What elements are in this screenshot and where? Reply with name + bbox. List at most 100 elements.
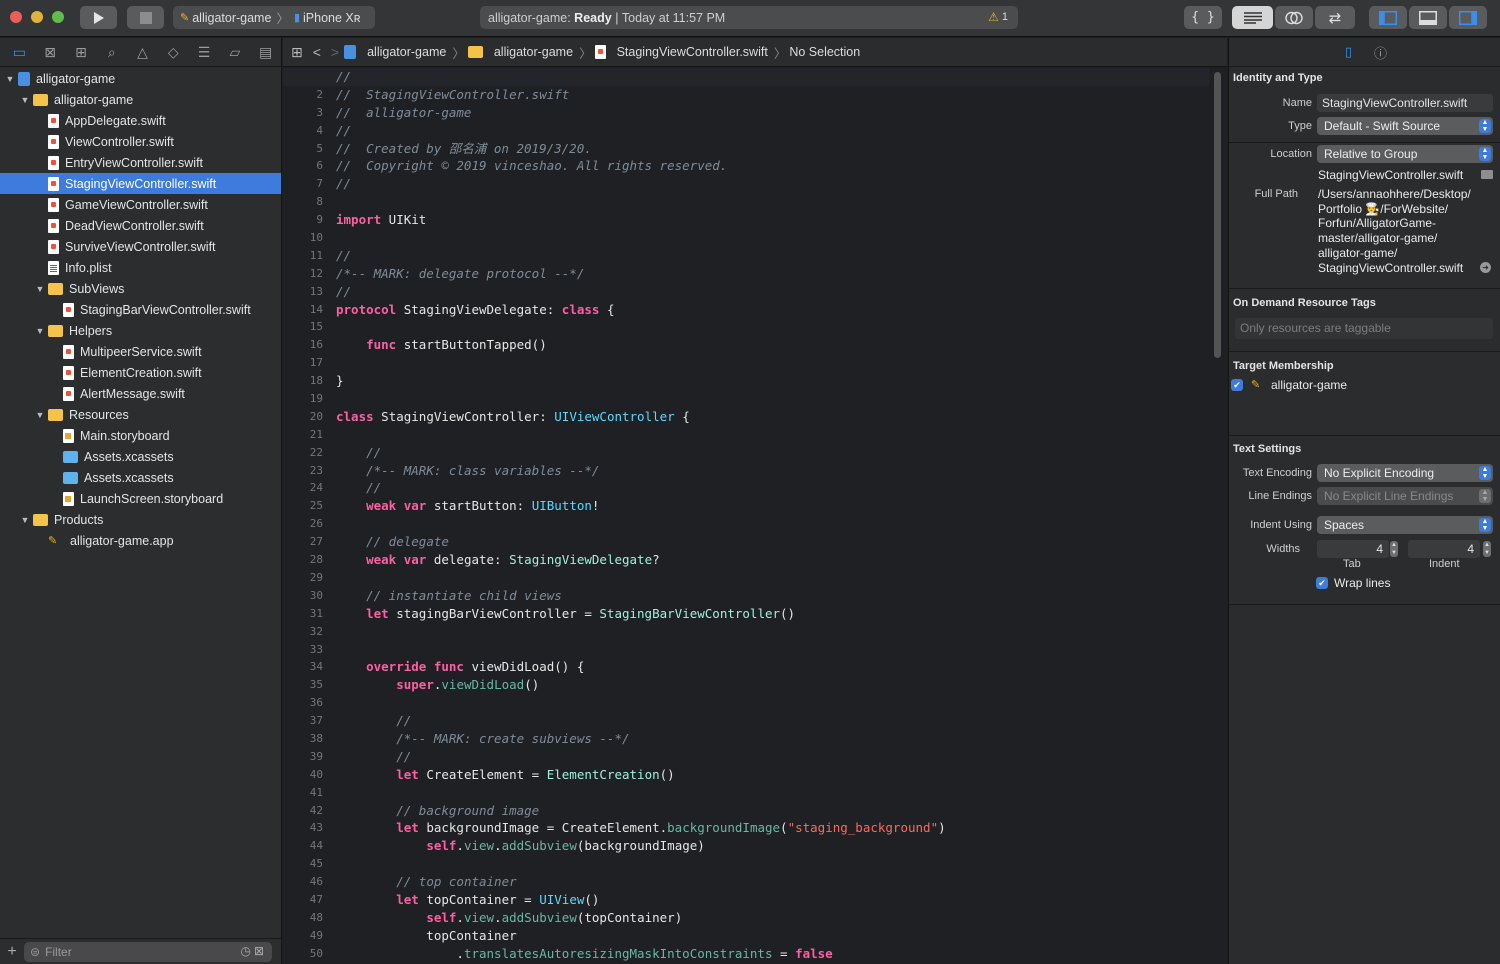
code-line[interactable]: // StagingViewController.swift (336, 86, 1209, 104)
disclosure-triangle-icon[interactable]: ▼ (34, 326, 46, 336)
toggle-inspector-button[interactable] (1449, 6, 1487, 29)
code-line[interactable] (336, 694, 1209, 712)
forward-arrow-icon[interactable]: > (331, 44, 339, 60)
tab-debug-navigator[interactable]: ☰ (189, 41, 220, 63)
file-tree-row[interactable]: ▼ alligator-game (0, 89, 281, 110)
library-button[interactable]: { } (1184, 6, 1222, 29)
code-line[interactable]: let topContainer = UIView() (336, 891, 1209, 909)
file-tree-row[interactable]: DeadViewController.swift (0, 215, 281, 236)
minimize-window-button[interactable] (31, 11, 43, 23)
code-line[interactable]: // Copyright © 2019 vinceshao. All right… (336, 157, 1209, 175)
file-tree-row[interactable]: AlertMessage.swift (0, 383, 281, 404)
breadcrumb-group[interactable]: alligator-game (467, 45, 573, 59)
file-tree-row[interactable]: SurviveViewController.swift (0, 236, 281, 257)
disclosure-triangle-icon[interactable]: ▼ (19, 95, 31, 105)
disclosure-triangle-icon[interactable]: ▼ (34, 410, 46, 420)
file-tree-row[interactable]: Assets.xcassets (0, 446, 281, 467)
disclosure-triangle-icon[interactable]: ▼ (4, 74, 16, 84)
file-tree-row[interactable]: ✎ alligator-game.app (0, 530, 281, 551)
code-line[interactable] (336, 784, 1209, 802)
code-line[interactable]: // (336, 748, 1209, 766)
breadcrumb-file[interactable]: StagingViewController.swift (594, 45, 768, 59)
file-tree-row[interactable]: ElementCreation.swift (0, 362, 281, 383)
file-tree-row[interactable]: Assets.xcassets (0, 467, 281, 488)
run-button[interactable] (80, 6, 117, 29)
filter-options-icon[interactable]: ◷⊠ (240, 944, 267, 958)
code-line[interactable]: /*-- MARK: delegate protocol --*/ (336, 265, 1209, 283)
close-window-button[interactable] (10, 11, 22, 23)
version-editor-button[interactable]: ⇄ (1315, 6, 1355, 29)
editor-scrollbar[interactable] (1214, 72, 1221, 358)
code-line[interactable]: protocol StagingViewDelegate: class { (336, 301, 1209, 319)
breadcrumb-project[interactable]: alligator-game (344, 45, 446, 59)
tab-breakpoint-navigator[interactable]: ▱ (219, 41, 250, 63)
code-line[interactable]: // (336, 283, 1209, 301)
code-line[interactable] (336, 515, 1209, 533)
code-line[interactable] (336, 354, 1209, 372)
code-line[interactable]: self.view.addSubview(topContainer) (336, 909, 1209, 927)
file-tree-row[interactable]: GameViewController.swift (0, 194, 281, 215)
code-line[interactable] (336, 193, 1209, 211)
tab-source-control[interactable]: ⊠ (35, 41, 66, 63)
standard-editor-button[interactable] (1232, 6, 1273, 29)
code-line[interactable]: super.viewDidLoad() (336, 676, 1209, 694)
stop-button[interactable] (127, 6, 164, 29)
file-tree-row[interactable]: AppDelegate.swift (0, 110, 281, 131)
file-tree-row[interactable]: ViewController.swift (0, 131, 281, 152)
code-line[interactable]: // Created by 邵名浦 on 2019/3/20. (336, 140, 1209, 158)
code-line[interactable]: // delegate (336, 533, 1209, 551)
type-popup[interactable]: Default - Swift Source ▲ ▼ (1317, 117, 1493, 135)
file-tree-row[interactable]: LaunchScreen.storyboard (0, 488, 281, 509)
indent-using-popup[interactable]: Spaces ▲ ▼ (1317, 516, 1493, 534)
code-line[interactable]: // instantiate child views (336, 587, 1209, 605)
tab-width-field[interactable]: 4 (1317, 540, 1389, 558)
indent-width-field[interactable]: 4 (1408, 540, 1480, 558)
code-line[interactable]: func startButtonTapped() (336, 336, 1209, 354)
file-tree-row[interactable]: ▼ Helpers (0, 320, 281, 341)
tab-issue-navigator[interactable]: △ (127, 41, 158, 63)
wrap-lines-checkbox[interactable]: ✔ (1316, 577, 1328, 589)
code-line[interactable]: // (336, 122, 1209, 140)
code-line[interactable]: // (283, 68, 1209, 86)
code-line[interactable]: } (336, 372, 1209, 390)
folder-icon[interactable] (1481, 170, 1493, 179)
code-line[interactable] (336, 641, 1209, 659)
source-editor[interactable]: 1234567891011121314151617181920212223242… (283, 68, 1227, 964)
file-tree-row[interactable]: ▼ Products (0, 509, 281, 530)
toggle-navigator-button[interactable] (1369, 6, 1407, 29)
code-line[interactable] (336, 390, 1209, 408)
code-line[interactable]: // (336, 247, 1209, 265)
code-line[interactable]: // (336, 175, 1209, 193)
code-line[interactable]: // alligator-game (336, 104, 1209, 122)
related-items-icon[interactable]: ⊞ (291, 44, 303, 61)
code-line[interactable]: // (336, 444, 1209, 462)
code-line[interactable]: import UIKit (336, 211, 1209, 229)
warning-indicator[interactable]: ⚠ 1 (988, 10, 1008, 24)
code-line[interactable] (336, 426, 1209, 444)
code-line[interactable]: weak var delegate: StagingViewDelegate? (336, 551, 1209, 569)
code-line[interactable]: // background image (336, 802, 1209, 820)
code-line[interactable]: weak var startButton: UIButton! (336, 497, 1209, 515)
assistant-editor-button[interactable] (1275, 6, 1313, 29)
scheme-selector[interactable]: ✎ alligator-game 〉 ▮ iPhone Xʀ (173, 6, 375, 29)
reveal-in-finder-icon[interactable]: ➜ (1480, 262, 1491, 273)
disclosure-triangle-icon[interactable]: ▼ (34, 284, 46, 294)
tab-file-inspector[interactable]: ▯ (1341, 44, 1357, 60)
tab-project-navigator[interactable]: ▭ (4, 41, 35, 63)
tab-width-stepper[interactable]: ▲ ▼ (1390, 541, 1398, 557)
file-tree-row[interactable]: ▼ alligator-game (0, 68, 281, 89)
tab-find-navigator[interactable]: ⌕ (96, 41, 127, 63)
tab-test-navigator[interactable]: ◇ (158, 41, 189, 63)
file-tree-row[interactable]: Info.plist (0, 257, 281, 278)
file-tree-row[interactable]: EntryViewController.swift (0, 152, 281, 173)
code-line[interactable] (336, 855, 1209, 873)
tab-report-navigator[interactable]: ▤ (250, 41, 281, 63)
code-line[interactable]: class StagingViewController: UIViewContr… (336, 408, 1209, 426)
tab-symbol-navigator[interactable]: ⊞ (66, 41, 97, 63)
file-tree-row[interactable]: Main.storyboard (0, 425, 281, 446)
line-endings-popup[interactable]: No Explicit Line Endings ▲ ▼ (1317, 487, 1493, 505)
indent-width-stepper[interactable]: ▲ ▼ (1483, 541, 1491, 557)
zoom-window-button[interactable] (52, 11, 64, 23)
back-arrow-icon[interactable]: < (313, 44, 321, 60)
code-line[interactable]: /*-- MARK: class variables --*/ (336, 462, 1209, 480)
